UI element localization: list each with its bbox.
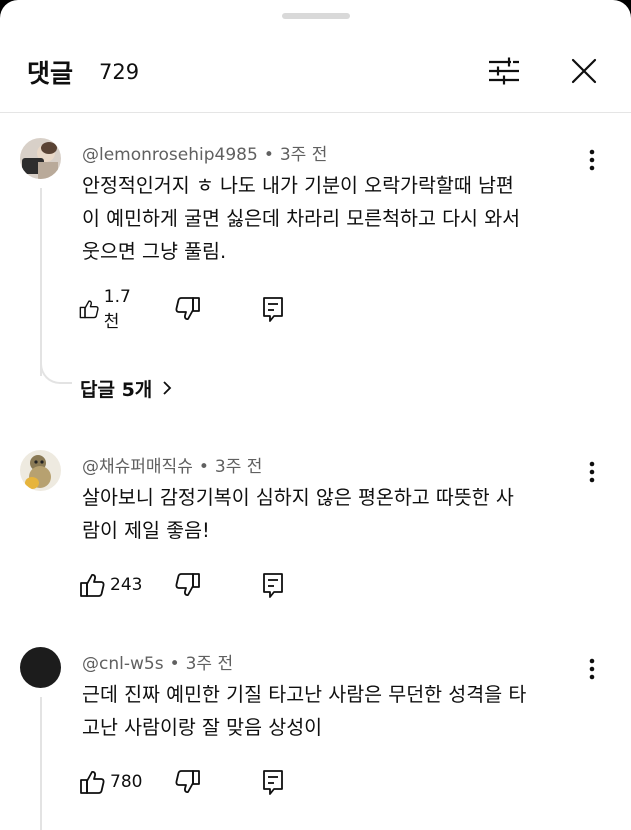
thread-line — [40, 697, 42, 830]
comments-sheet: 댓글 729 @lemonrosehip4985 • 3주 전 안정적인거지 ㅎ… — [0, 0, 631, 830]
comment-line: 근데 진짜 예민한 기질 타고난 사람은 무던한 성격을 타 — [82, 683, 527, 706]
filter-button[interactable] — [482, 49, 526, 93]
comment-count: 729 — [99, 60, 140, 84]
comment-line: 고난 사람이랑 잘 맞음 상성이 — [82, 716, 323, 739]
thumb-up-icon — [80, 574, 105, 597]
comment-item: @채슈퍼매직슈 • 3주 전 살아보니 감정기복이 심하지 않은 평온하고 따뜻한 … — [0, 450, 631, 610]
reply-icon — [263, 770, 283, 795]
comment-line: 람이 제일 좋음! — [82, 519, 210, 542]
comment-text: 살아보니 감정기복이 심하지 않은 평온하고 따뜻한 사 람이 제일 좋음! — [82, 481, 587, 547]
comment-meta: @cnl-w5s • 3주 전 — [82, 654, 234, 674]
reply-icon — [263, 297, 283, 322]
reply-button[interactable] — [260, 569, 286, 601]
thumb-down-icon — [175, 770, 200, 793]
comments-header: 댓글 729 — [0, 30, 631, 113]
comment-text: 근데 진짜 예민한 기질 타고난 사람은 무던한 성격을 타 고난 사람이랑 잘… — [82, 678, 587, 744]
author-name[interactable]: @cnl-w5s — [82, 654, 164, 674]
avatar[interactable] — [20, 647, 61, 688]
like-count: 1.7천 — [103, 286, 131, 332]
like-count: 243 — [110, 575, 143, 595]
reply-connector — [40, 358, 72, 384]
like-button[interactable]: 1.7천 — [78, 287, 137, 332]
more-vert-icon — [589, 658, 595, 680]
dislike-button[interactable] — [174, 766, 202, 798]
thumb-down-icon — [175, 573, 200, 596]
comment-meta: @채슈퍼매직슈 • 3주 전 — [82, 457, 263, 477]
dislike-button[interactable] — [174, 569, 202, 601]
close-button[interactable] — [562, 49, 606, 93]
thumb-down-icon — [175, 297, 200, 320]
avatar[interactable] — [20, 450, 61, 491]
comment-text: 안정적인거지 ㅎ 나도 내가 기분이 오락가락할때 남편 이 예민하게 굴면 싫… — [82, 169, 587, 268]
more-options-button[interactable] — [578, 146, 606, 174]
comment-meta: @lemonrosehip4985 • 3주 전 — [82, 145, 328, 165]
more-options-button[interactable] — [578, 458, 606, 486]
drag-handle[interactable] — [282, 13, 350, 19]
replies-label: 답글 5개 — [80, 379, 153, 401]
filter-icon — [489, 57, 519, 85]
author-name[interactable]: @채슈퍼매직슈 — [82, 457, 193, 477]
more-vert-icon — [589, 149, 595, 171]
comment-line: 이 예민하게 굴면 싫은데 차라리 모른척하고 다시 와서 — [82, 207, 521, 230]
thumb-up-icon — [79, 300, 99, 319]
thumb-up-icon — [80, 771, 105, 794]
comment-item: @cnl-w5s • 3주 전 근데 진짜 예민한 기질 타고난 사람은 무던한 성… — [0, 647, 631, 830]
thread-line — [40, 188, 42, 376]
comment-line: 웃으면 그냥 풀림. — [82, 240, 227, 263]
comment-line: 안정적인거지 ㅎ 나도 내가 기분이 오락가락할때 남편 — [82, 174, 514, 197]
comment-line: 살아보니 감정기복이 심하지 않은 평온하고 따뜻한 사 — [82, 486, 514, 509]
reply-icon — [263, 573, 283, 598]
timestamp: 3주 전 — [279, 145, 328, 165]
page-title: 댓글 — [27, 59, 74, 88]
more-vert-icon — [589, 461, 595, 483]
author-name[interactable]: @lemonrosehip4985 — [82, 145, 258, 165]
comment-item: @lemonrosehip4985 • 3주 전 안정적인거지 ㅎ 나도 내가 기분… — [0, 138, 631, 401]
like-button[interactable]: 780 — [78, 766, 142, 798]
reply-button[interactable] — [260, 766, 286, 798]
chevron-right-icon — [162, 379, 172, 401]
reply-button[interactable] — [260, 293, 286, 325]
dislike-button[interactable] — [174, 293, 202, 325]
timestamp: 3주 전 — [185, 654, 234, 674]
like-button[interactable]: 243 — [78, 569, 142, 601]
more-options-button[interactable] — [578, 655, 606, 683]
close-icon — [571, 58, 597, 84]
view-replies-button[interactable]: 답글 5개 — [80, 375, 172, 402]
avatar[interactable] — [20, 138, 61, 179]
timestamp: 3주 전 — [214, 457, 263, 477]
like-count: 780 — [110, 772, 143, 792]
